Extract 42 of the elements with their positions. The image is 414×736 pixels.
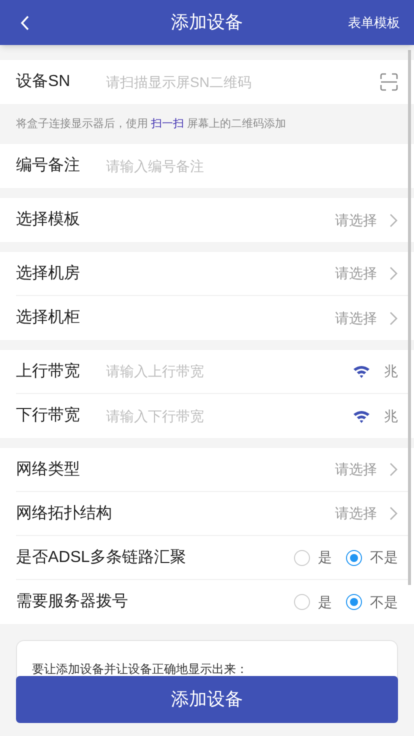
page-title: 添加设备 (171, 11, 243, 34)
back-icon[interactable] (20, 14, 30, 30)
form-template-link[interactable]: 表单模板 (348, 12, 400, 32)
hint-text: 将盒子连接显示器后，使用 扫一扫 屏幕上的二维码添加 (16, 116, 286, 132)
field-label: 编号备注 (16, 156, 80, 176)
radio-button[interactable] (346, 594, 362, 610)
input-field[interactable]: 请输入下行带宽 (106, 406, 353, 426)
unit-label: 兆 (384, 362, 398, 381)
field-label: 上行带宽 (16, 362, 80, 382)
scan-icon[interactable] (380, 73, 398, 91)
unit-label: 兆 (384, 406, 398, 426)
field-label: 网络拓扑结构 (16, 504, 112, 524)
field-label: 下行带宽 (16, 406, 80, 426)
input-field[interactable]: 设备SN 请扫描显示屏SN二维码 (0, 60, 414, 104)
radio-label: 不是 (370, 548, 398, 567)
field-label: 选择模板 (16, 210, 80, 230)
radio-label: 不是 (370, 592, 398, 612)
wifi-icon (353, 410, 370, 422)
add-device-button[interactable]: 添加设备 (16, 676, 398, 723)
input-field[interactable]: 编号备注 请输入编号备注 (0, 144, 414, 188)
text-input[interactable]: 请输入编号备注 (106, 156, 398, 176)
text-input[interactable]: 请扫描显示屏SN二维码 (106, 72, 380, 92)
field-label: 需要服务器拨号 (16, 592, 128, 612)
chevron-right-icon (389, 506, 398, 521)
chevron-right-icon (389, 310, 398, 326)
radio-button[interactable] (294, 594, 310, 610)
radio-label: 是 (318, 592, 332, 612)
field-label: 是否ADSL多条链路汇聚 (16, 548, 186, 568)
radio-button[interactable] (346, 550, 362, 566)
field-label: 网络类型 (16, 460, 80, 480)
field-label: 选择机房 (16, 264, 80, 284)
field-label: 设备SN (16, 72, 70, 92)
radio-button[interactable] (294, 550, 310, 566)
wifi-icon (353, 365, 370, 378)
chevron-right-icon (389, 462, 398, 477)
chevron-right-icon (389, 266, 398, 281)
scan-link[interactable]: 扫一扫 (151, 118, 184, 130)
input-field[interactable]: 请输入上行带宽 (106, 361, 353, 382)
field-label: 选择机柜 (16, 308, 80, 328)
radio-label: 是 (318, 548, 332, 567)
chevron-right-icon (389, 212, 398, 228)
notice-text: 要让添加设备并让设备正确地显示出来： (32, 662, 248, 676)
